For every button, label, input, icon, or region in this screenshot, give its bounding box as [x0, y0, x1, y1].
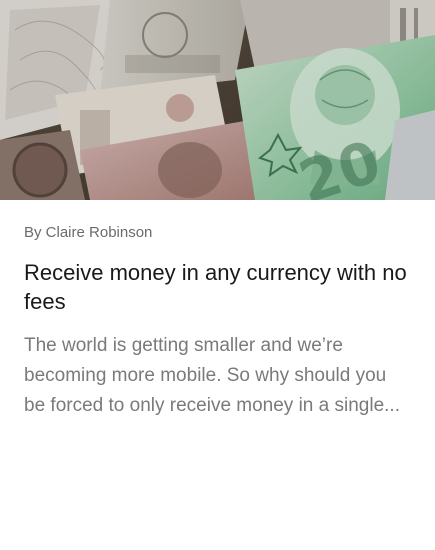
article-body: By Claire Robinson Receive money in any …: [0, 200, 435, 421]
article-author: By Claire Robinson: [24, 224, 153, 241]
article-hero-image[interactable]: 20: [0, 0, 435, 200]
article-excerpt: The world is getting smaller and we’re b…: [24, 335, 400, 416]
article-title[interactable]: Receive money in any currency with no fe…: [24, 258, 411, 316]
article-card[interactable]: 20 By Claire Robinson Receive money in a…: [0, 0, 435, 550]
